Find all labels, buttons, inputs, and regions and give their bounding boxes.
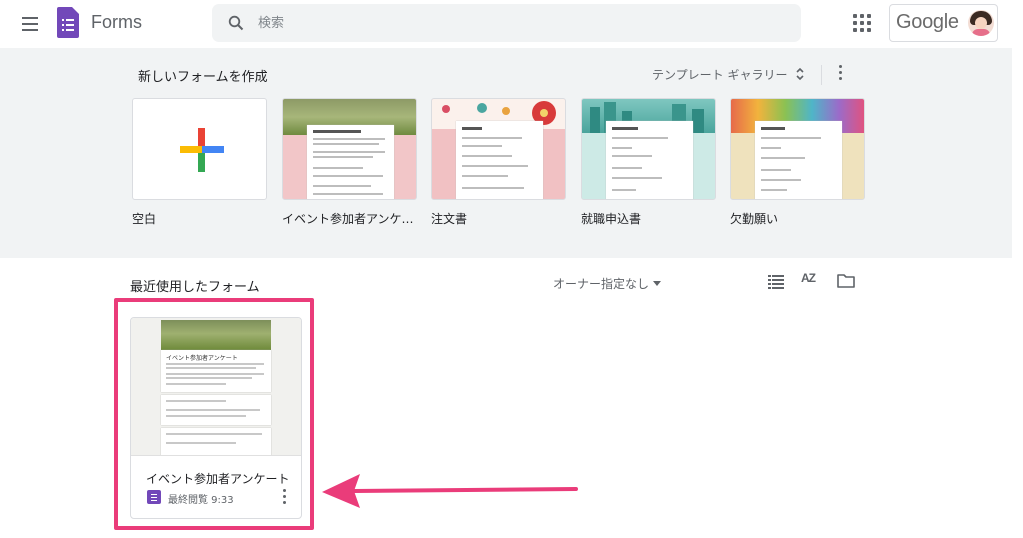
template-event[interactable]: イベント参加者アンケ… <box>282 98 417 227</box>
park-photo <box>161 320 271 350</box>
sort-az-icon[interactable]: AZ <box>801 271 821 291</box>
template-label: 欠勤願い <box>730 212 779 226</box>
template-order[interactable]: 注文書 <box>431 98 566 227</box>
pointer-arrow <box>322 474 578 508</box>
plus-icon <box>180 128 224 172</box>
template-blank[interactable]: 空白 <box>132 98 267 227</box>
template-thumbnail[interactable] <box>282 98 417 200</box>
template-thumbnail[interactable] <box>132 98 267 200</box>
menu-icon[interactable] <box>18 13 42 35</box>
template-gallery-button[interactable]: テンプレート ギャラリー <box>652 66 787 83</box>
app-title[interactable]: Forms <box>91 12 142 33</box>
more-options-icon[interactable] <box>279 489 289 507</box>
template-thumbnail[interactable] <box>581 98 716 200</box>
dropdown-arrow-icon[interactable] <box>653 281 661 286</box>
gallery-title: 新しいフォームを作成 <box>138 70 268 85</box>
preview-title: イベント参加者アンケート <box>166 355 238 362</box>
template-absence-request[interactable]: 欠勤願い <box>730 98 865 227</box>
top-app-bar: Forms Google <box>0 0 1023 48</box>
divider <box>821 65 822 85</box>
template-job-application[interactable]: 就職申込書 <box>581 98 716 227</box>
recent-form-card[interactable]: イベント参加者アンケート イベント参加者アンケート 最終閲覧 9:33 <box>130 317 302 519</box>
avatar[interactable] <box>968 10 994 36</box>
form-preview: イベント参加者アンケート <box>131 318 301 456</box>
folder-icon[interactable] <box>837 273 855 288</box>
template-label: 空白 <box>132 212 157 226</box>
account-button[interactable]: Google <box>889 4 998 42</box>
last-opened: 最終閲覧 9:33 <box>168 495 234 506</box>
google-logo: Google <box>896 11 959 33</box>
template-label: 注文書 <box>431 212 468 226</box>
search-bar[interactable] <box>212 4 801 42</box>
search-input[interactable] <box>258 4 778 42</box>
form-title: イベント参加者アンケート <box>146 472 290 486</box>
search-icon[interactable] <box>228 15 244 31</box>
apps-grid-icon[interactable] <box>853 14 871 32</box>
template-label: イベント参加者アンケ… <box>282 212 414 226</box>
list-view-icon[interactable] <box>768 275 784 289</box>
template-thumbnail[interactable] <box>431 98 566 200</box>
template-label: 就職申込書 <box>581 212 642 226</box>
template-thumbnail[interactable] <box>730 98 865 200</box>
recent-forms-title: 最近使用したフォーム <box>130 280 260 295</box>
unfold-icon[interactable] <box>795 67 805 81</box>
owner-filter-dropdown[interactable]: オーナー指定なし <box>553 275 649 292</box>
forms-icon <box>147 490 161 504</box>
forms-logo-icon[interactable] <box>57 7 79 38</box>
template-gallery: 新しいフォームを作成 テンプレート ギャラリー 空白 イベント参加者アンケ… 注… <box>0 48 1012 258</box>
more-vert-icon[interactable] <box>835 65 845 83</box>
